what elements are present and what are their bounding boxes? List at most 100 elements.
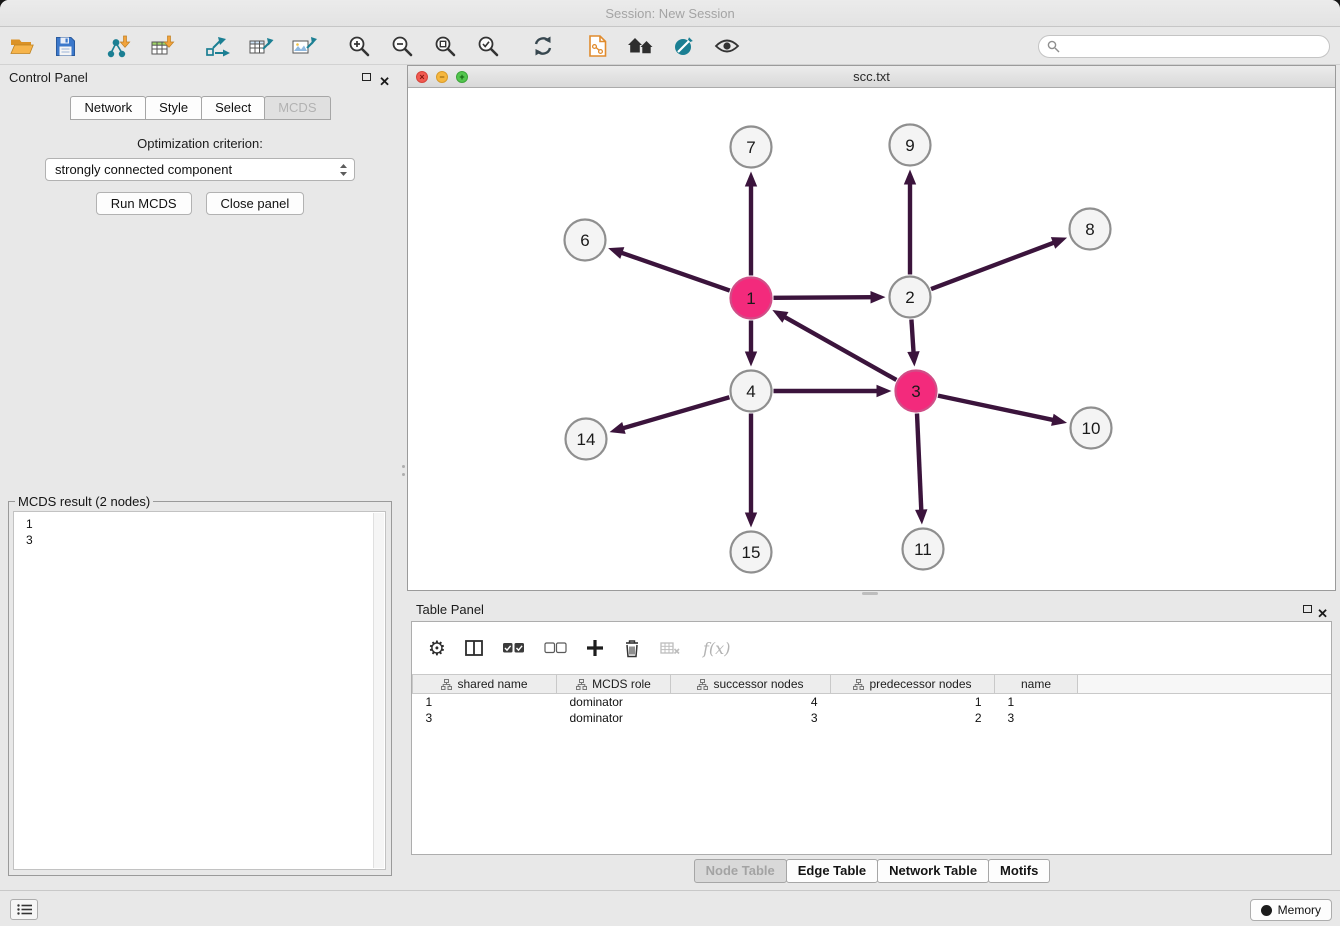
minimize-window-icon[interactable]: − [436,71,448,83]
table-panel-header: Table Panel ✕ [407,597,1336,623]
criterion-dropdown[interactable]: strongly connected component [45,158,355,181]
tab-node-table[interactable]: Node Table [694,859,787,883]
column-header-mcds-role[interactable]: MCDS role [557,675,671,694]
clone-network-button[interactable] [583,31,613,61]
function-builder-button[interactable]: f(x) [699,639,730,658]
table-cell[interactable]: 1 [995,694,1078,710]
gear-icon: ⚙ [428,638,446,658]
column-header-predecessor-nodes[interactable]: predecessor nodes [831,675,995,694]
graph-edge-1-2[interactable] [773,297,873,298]
show-columns-button[interactable] [465,640,483,656]
column-header-successor-nodes[interactable]: successor nodes [671,675,831,694]
graph-edge-3-1[interactable] [783,316,897,380]
table-cell-filler [1078,694,1333,710]
select-all-icon [502,642,525,654]
close-panel-icon[interactable]: ✕ [379,69,390,95]
table-row[interactable]: 1dominator411 [413,694,1333,710]
hierarchy-icon [697,679,708,690]
hierarchy-icon [853,679,864,690]
style-brush-icon [672,34,696,58]
graph-edge-1-6[interactable] [619,252,729,291]
table-cell[interactable]: 1 [413,694,557,710]
graph-edge-4-14[interactable] [621,397,729,429]
column-header-label: successor nodes [713,677,803,691]
graph-edge-3-10[interactable] [938,396,1055,421]
home-button[interactable] [626,31,656,61]
zoom-selected-button[interactable] [473,31,503,61]
graph-edge-arrowhead [870,291,885,303]
import-network-button[interactable] [105,31,135,61]
tab-select[interactable]: Select [201,96,265,120]
graph-edge-3-11[interactable] [917,413,921,512]
apply-style-button[interactable] [669,31,699,61]
export-network-button[interactable] [203,31,233,61]
column-header-name[interactable]: name [995,675,1078,694]
zoom-in-button[interactable] [344,31,374,61]
tab-network-table[interactable]: Network Table [877,859,989,883]
table-cell[interactable]: 1 [831,694,995,710]
float-panel-icon[interactable] [362,73,371,81]
table-cell[interactable]: 3 [413,710,557,726]
graph-edge-arrowhead [1051,414,1067,426]
table-settings-button[interactable]: ⚙ [428,638,446,658]
tab-style[interactable]: Style [145,96,202,120]
maximize-window-icon[interactable]: + [456,71,468,83]
graph-edge-arrowhead [610,422,626,434]
graph-edge-2-3[interactable] [911,319,913,354]
graph-edge-arrowhead [745,172,757,187]
tab-mcds[interactable]: MCDS [264,96,330,120]
refresh-view-button[interactable] [528,31,558,61]
close-window-icon[interactable]: × [416,71,428,83]
graph-node-label-1: 1 [746,289,755,308]
result-scrollbar[interactable] [373,513,384,868]
table-cell[interactable]: dominator [557,710,671,726]
table-cell[interactable]: 3 [995,710,1078,726]
task-history-button[interactable] [10,899,38,920]
optimization-criterion-label: Optimization criterion: [0,136,400,151]
table-cell[interactable]: 4 [671,694,831,710]
close-panel-button[interactable]: Close panel [206,192,305,215]
run-mcds-button[interactable]: Run MCDS [96,192,192,215]
vertical-splitter[interactable] [400,65,407,887]
table-cell[interactable]: 2 [831,710,995,726]
refresh-icon [531,34,555,58]
graph-edge-2-8[interactable] [931,242,1056,289]
mcds-result-area[interactable]: 1 3 [13,511,386,870]
node-table-body: 1dominator4113dominator323 [413,694,1333,726]
zoom-fit-button[interactable] [430,31,460,61]
delete-columns-button[interactable] [660,641,680,655]
export-table-button[interactable] [246,31,276,61]
tab-motifs[interactable]: Motifs [988,859,1050,883]
open-session-button[interactable] [7,31,37,61]
column-header-shared-name[interactable]: shared name [413,675,557,694]
search-input[interactable] [1065,39,1321,54]
graph-edge-arrowhead [745,352,757,367]
export-image-button[interactable] [289,31,319,61]
graph-edge-arrowhead [608,247,624,259]
network-window-titlebar[interactable]: scc.txt × − + [408,66,1335,88]
plus-icon [586,639,604,657]
window-titlebar[interactable]: Session: New Session [0,0,1340,27]
show-graphics-details-button[interactable] [712,31,742,61]
add-row-button[interactable] [586,639,604,657]
search-box[interactable] [1038,35,1330,58]
graph-node-label-2: 2 [905,288,914,307]
graph-node-label-6: 6 [580,231,589,250]
zoom-out-button[interactable] [387,31,417,61]
float-table-panel-icon[interactable] [1303,605,1312,613]
graph-node-label-15: 15 [742,543,761,562]
import-table-button[interactable] [148,31,178,61]
tab-network[interactable]: Network [70,96,146,120]
deselect-all-button[interactable] [544,642,567,654]
tab-edge-table[interactable]: Edge Table [786,859,878,883]
network-graph[interactable]: 7968124314101511 [408,88,1335,590]
save-session-button[interactable] [50,31,80,61]
delete-row-button[interactable] [623,639,641,658]
table-cell[interactable]: 3 [671,710,831,726]
splitter-handle-icon[interactable] [862,592,878,595]
column-header-label: name [1021,677,1051,691]
table-row[interactable]: 3dominator323 [413,710,1333,726]
select-all-button[interactable] [502,642,525,654]
memory-button[interactable]: Memory [1250,899,1332,921]
table-cell[interactable]: dominator [557,694,671,710]
